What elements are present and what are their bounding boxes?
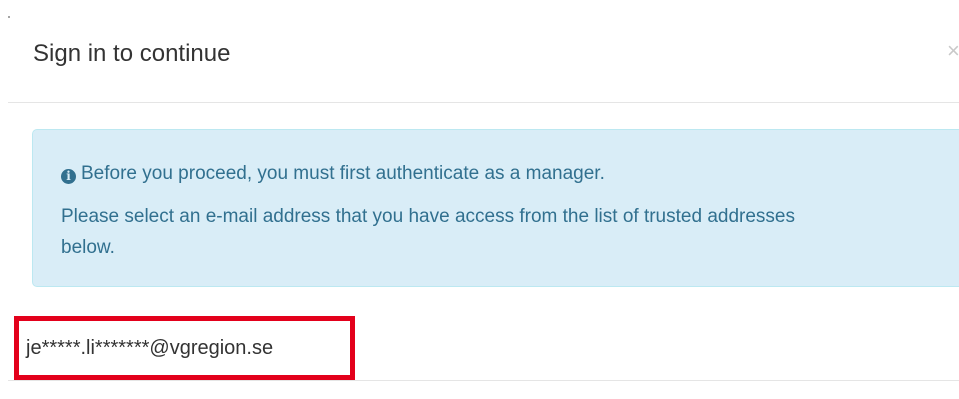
sign-in-dialog: Sign in to continue × i Before you procee… xyxy=(0,0,959,399)
dialog-header: Sign in to continue × xyxy=(0,0,959,103)
info-circle-icon: i xyxy=(61,169,76,184)
dialog-title: Sign in to continue xyxy=(33,40,231,67)
close-button[interactable]: × xyxy=(947,36,959,66)
header-divider xyxy=(8,102,959,103)
trusted-email-address: je*****.li*******@vgregion.se xyxy=(26,337,274,359)
alert-message-line1: Before you proceed, you must first authe… xyxy=(81,163,605,184)
list-divider xyxy=(8,380,959,381)
trusted-email-option[interactable]: je*****.li*******@vgregion.se xyxy=(14,316,355,380)
alert-message-line2: Please select an e-mail address that you… xyxy=(61,206,795,258)
info-alert: i Before you proceed, you must first auth… xyxy=(32,129,959,287)
